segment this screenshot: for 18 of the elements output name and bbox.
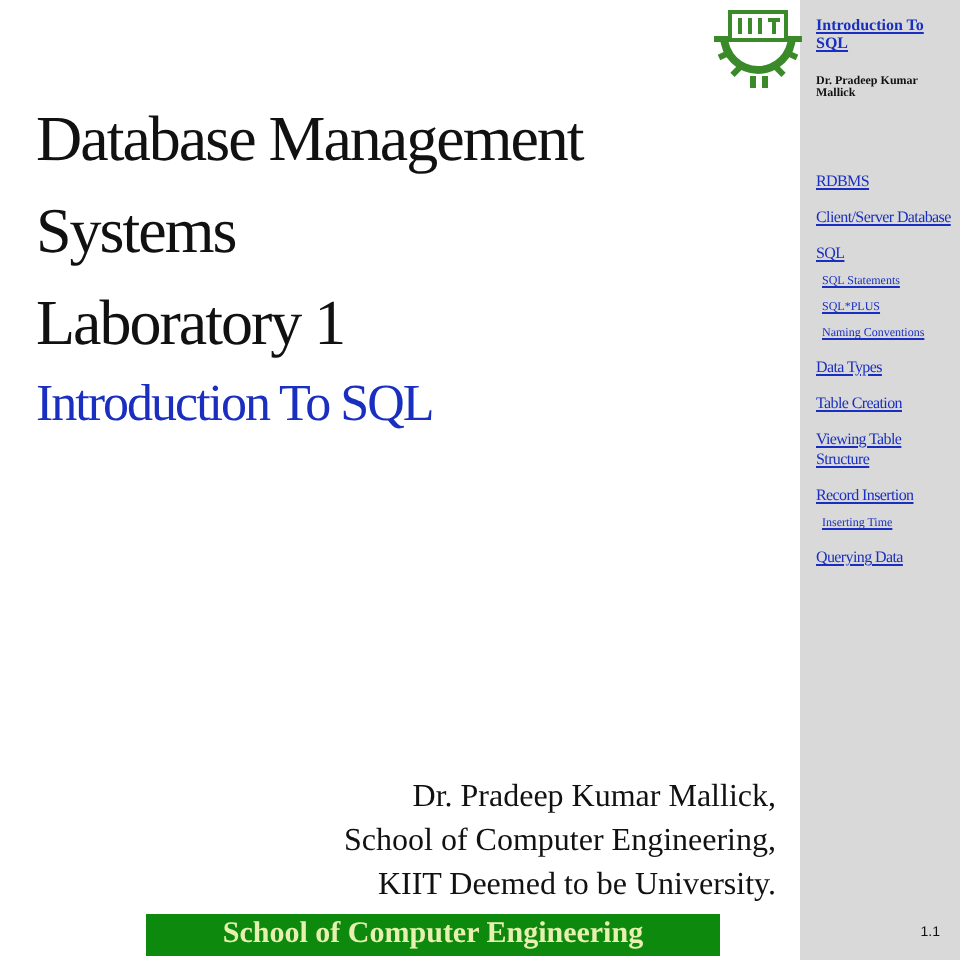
nav-link[interactable]: Data Types	[816, 358, 882, 378]
nav-link[interactable]: Client/Server Database	[816, 208, 951, 228]
nav-link[interactable]: Viewing Table Structure	[816, 430, 956, 470]
footer-banner: School of Computer Engineering	[146, 914, 720, 956]
nav-link[interactable]: Record Insertion	[816, 486, 914, 506]
author-line: School of Computer Engineering,	[344, 822, 776, 862]
nav-link[interactable]: SQL	[816, 244, 845, 264]
slide-subtitle: Introduction To SQL	[36, 372, 435, 436]
author-line: KIIT Deemed to be University.	[375, 866, 776, 906]
author-line: Dr. Pradeep Kumar Mallick,	[410, 778, 776, 818]
slide-title-line: Database Management	[36, 100, 586, 178]
nav-link[interactable]: Table Creation	[816, 394, 902, 414]
nav-link[interactable]: Querying Data	[816, 548, 903, 568]
header-link[interactable]: Introduction To SQL	[816, 16, 956, 52]
nav-link[interactable]: RDBMS	[816, 172, 870, 192]
wheel-logo-icon	[712, 8, 804, 88]
slide-title-line: Systems	[36, 192, 238, 270]
slide-title-line: Laboratory 1	[36, 284, 347, 362]
